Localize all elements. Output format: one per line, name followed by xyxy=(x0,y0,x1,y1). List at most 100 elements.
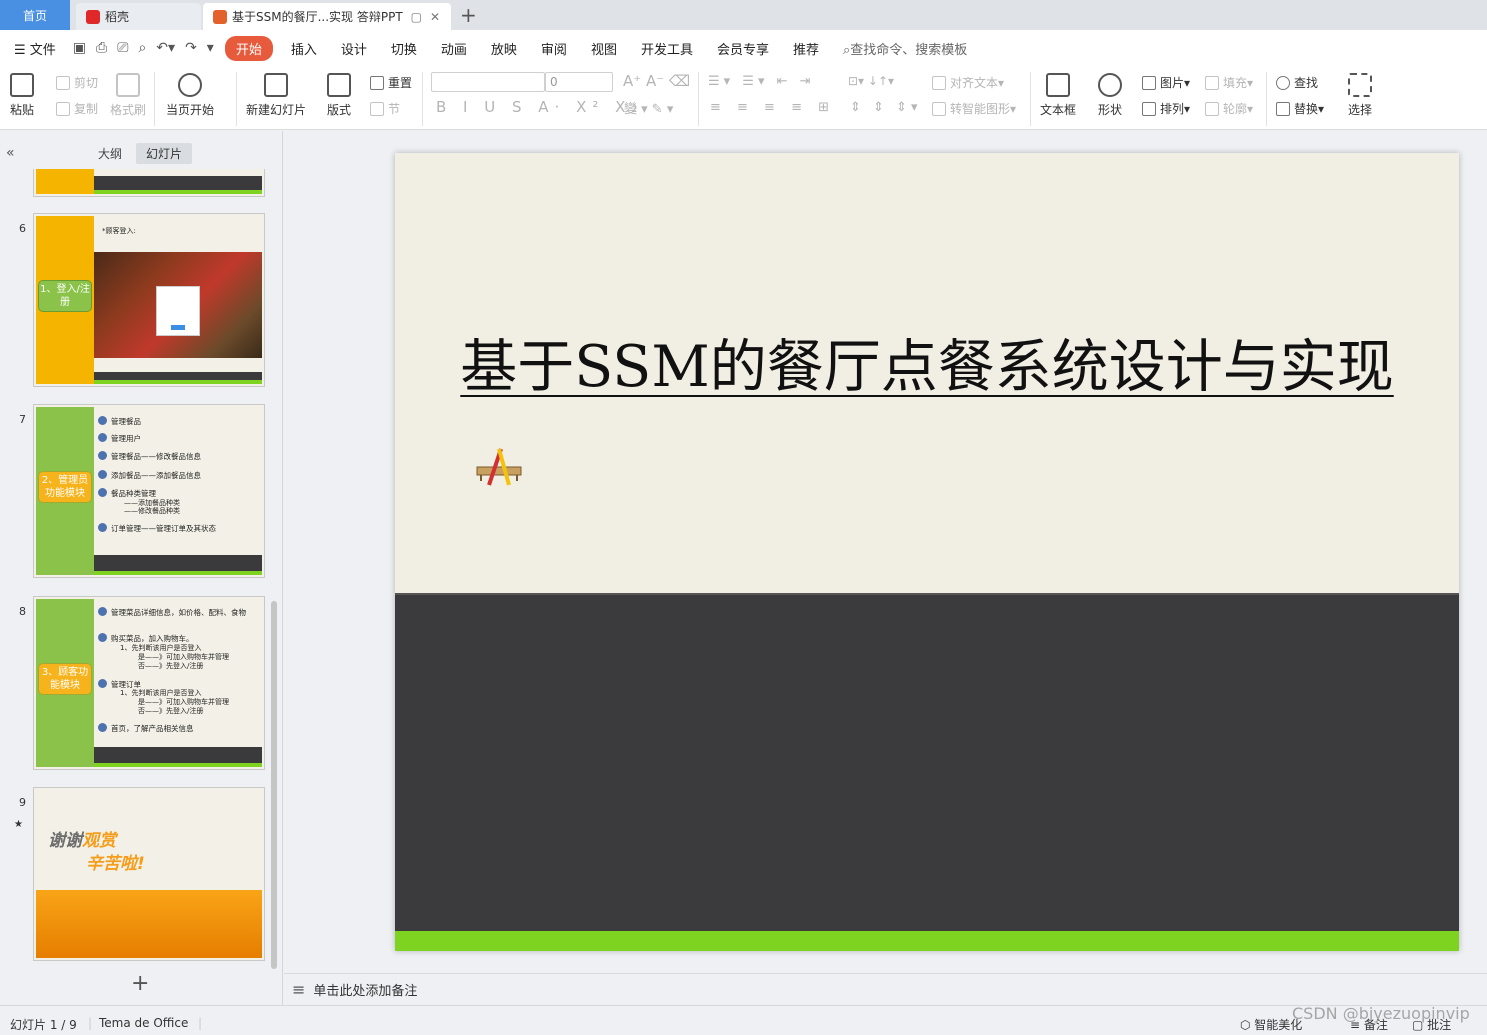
section-icon xyxy=(370,101,384,116)
save-icon[interactable]: ▣ xyxy=(68,40,91,56)
replace-label: 替换 xyxy=(1294,102,1319,116)
tab-home[interactable]: 首页 xyxy=(0,0,70,30)
thumbnail-side-bar xyxy=(36,169,94,194)
thumbnail-orange-band xyxy=(36,890,262,958)
play-from-current-button[interactable]: 当页开始 xyxy=(166,72,214,118)
export-pdf-icon[interactable]: ⎙ xyxy=(91,40,112,56)
slide-thumbnail-9[interactable]: 谢谢观赏 辛苦啦! xyxy=(33,787,265,961)
outline-icon xyxy=(1205,101,1219,116)
reset-button[interactable]: 重置 xyxy=(370,74,412,91)
collapse-panel-icon[interactable]: « xyxy=(6,145,15,161)
file-menu[interactable]: ☰ 文件 xyxy=(0,39,68,58)
outline-button[interactable]: 轮廓 ▾ xyxy=(1205,100,1253,117)
cut-button[interactable]: 剪切 xyxy=(56,74,98,91)
text-box-label: 文本框 xyxy=(1040,103,1077,117)
slide-number: 8 xyxy=(19,605,26,618)
tab-animation[interactable]: 动画 xyxy=(429,39,479,58)
paste-button[interactable]: 粘贴 xyxy=(10,72,34,118)
animation-star-icon: ★ xyxy=(14,819,23,830)
arrange-button[interactable]: 排列 ▾ xyxy=(1142,100,1190,117)
thumbnail-green-strip xyxy=(94,190,262,194)
find-button[interactable]: 查找 xyxy=(1276,74,1318,91)
new-tab-icon[interactable]: + xyxy=(460,4,477,26)
picture-button[interactable]: 图片 ▾ xyxy=(1142,74,1190,91)
select-button[interactable]: 选择 xyxy=(1348,72,1372,118)
slide-title[interactable]: 基于SSM的餐厅点餐系统设计与实现 xyxy=(395,321,1459,403)
theme-name[interactable]: Tema de Office xyxy=(99,1016,188,1030)
outline-view-tab[interactable]: 大纲 xyxy=(98,145,122,162)
bullet-icon xyxy=(98,523,107,532)
customize-toolbar-icon[interactable]: ▾ xyxy=(202,40,219,56)
smart-shape-button[interactable]: 转智能图形 ▾ xyxy=(932,100,1016,117)
arrange-icon xyxy=(1142,101,1156,116)
tab-developer[interactable]: 开发工具 xyxy=(629,39,705,58)
login-form-image xyxy=(156,286,200,336)
new-slide-icon xyxy=(264,73,288,97)
tab-view[interactable]: 视图 xyxy=(579,39,629,58)
watermark-text: CSDN @biyezuopinvip xyxy=(1292,1004,1470,1023)
tab-insert[interactable]: 插入 xyxy=(279,39,329,58)
brush-icon xyxy=(116,73,140,97)
main-slide-canvas[interactable]: 基于SSM的餐厅点餐系统设计与实现 xyxy=(395,153,1459,951)
bullet-icon xyxy=(98,633,107,642)
thumbnail-sub-text: 否——》先登入/注册 xyxy=(138,662,204,670)
arrange-label: 排列 xyxy=(1160,102,1185,116)
command-search[interactable]: ⌕查找命令、搜索模板 xyxy=(831,39,979,58)
copy-icon xyxy=(56,101,70,116)
align-text-button[interactable]: 对齐文本 ▾ xyxy=(932,74,1004,91)
login-button-image xyxy=(171,325,185,330)
thumbnail-bullet: 添加餐品——添加餐品信息 xyxy=(98,470,201,481)
fill-button[interactable]: 填充 ▾ xyxy=(1205,74,1253,91)
tab-recommend[interactable]: 推荐 xyxy=(781,39,831,58)
format-painter-button[interactable]: 格式刷 xyxy=(110,72,146,118)
paragraph-align-tools: ≡ ≡ ≡ ≡ ⊞ xyxy=(710,100,835,115)
notes-area[interactable]: ≡ 单击此处添加备注 xyxy=(284,973,1487,1005)
slide-count: 幻灯片 1 / 9 xyxy=(10,1018,77,1032)
font-name-select[interactable] xyxy=(431,72,545,92)
tab-close-icon[interactable]: ✕ xyxy=(430,10,440,24)
slide-thumbnail-5[interactable] xyxy=(33,169,265,197)
bullet-icon xyxy=(98,451,107,460)
tab-review[interactable]: 审阅 xyxy=(529,39,579,58)
thanks-text-gray: 谢谢 xyxy=(48,831,82,851)
thumbnail-bullet: 管理菜品详细信息，如价格、配料、食物 xyxy=(98,607,246,618)
tab-document[interactable]: 基于SSM的餐厅...实现 答辩PPT ▢ ✕ xyxy=(203,3,451,30)
text-style-tools: B I U S A· X² X₂ xyxy=(436,98,644,116)
thumbnail-sub-text: 否——》先登入/注册 xyxy=(138,707,204,715)
reset-label: 重置 xyxy=(388,76,413,90)
slide-thumbnail-7[interactable]: 2、管理员功能模块 管理餐品 管理用户 管理餐品——修改餐品信息 添加餐品——添… xyxy=(33,404,265,578)
redo-icon[interactable]: ↷ xyxy=(180,40,202,56)
tab-slideshow[interactable]: 放映 xyxy=(479,39,529,58)
thumbnail-section-label: 3、顾客功能模块 xyxy=(38,663,92,695)
tab-membership[interactable]: 会员专享 xyxy=(705,39,781,58)
play-from-current-label: 当页开始 xyxy=(166,103,215,117)
shape-button[interactable]: 形状 xyxy=(1098,72,1122,118)
print-icon[interactable]: ⎚ xyxy=(112,40,133,56)
bullet-text: 首页，了解产品相关信息 xyxy=(111,724,194,733)
font-size-select[interactable]: 0 xyxy=(545,72,613,92)
tab-start[interactable]: 开始 xyxy=(224,35,273,61)
slide-thumbnail-8[interactable]: 3、顾客功能模块 管理菜品详细信息，如价格、配料、食物 购买菜品，加入购物车。 … xyxy=(33,596,265,770)
print-preview-icon[interactable]: ⌕ xyxy=(133,40,151,56)
slides-view-tab[interactable]: 幻灯片 xyxy=(136,143,193,164)
tab-pin-icon[interactable]: ▢ xyxy=(411,10,422,24)
thumbnail-section-label: 1、登入/注册 xyxy=(38,280,92,312)
font-size-value: 0 xyxy=(550,75,558,89)
section-button[interactable]: 节 xyxy=(370,100,400,117)
tab-design[interactable]: 设计 xyxy=(329,39,379,58)
layout-button[interactable]: 版式 xyxy=(327,72,351,118)
slide-thumbnail-6[interactable]: 1、登入/注册 *顾客登入: xyxy=(33,213,265,387)
panel-scrollbar[interactable] xyxy=(271,601,277,969)
thumbnail-green-strip xyxy=(94,380,262,384)
fill-icon xyxy=(1205,75,1219,90)
new-slide-button[interactable]: 新建幻灯片 xyxy=(246,72,306,118)
text-box-button[interactable]: 文本框 xyxy=(1040,72,1076,118)
undo-icon[interactable]: ↶▾ xyxy=(151,40,180,56)
replace-button[interactable]: 替换 ▾ xyxy=(1276,100,1324,117)
copy-button[interactable]: 复制 xyxy=(56,100,98,117)
bullet-icon xyxy=(98,723,107,732)
tab-daoke[interactable]: 稻壳 xyxy=(76,3,201,30)
tab-transition[interactable]: 切换 xyxy=(379,39,429,58)
picture-icon xyxy=(1142,75,1156,90)
add-slide-icon[interactable]: + xyxy=(131,971,149,996)
